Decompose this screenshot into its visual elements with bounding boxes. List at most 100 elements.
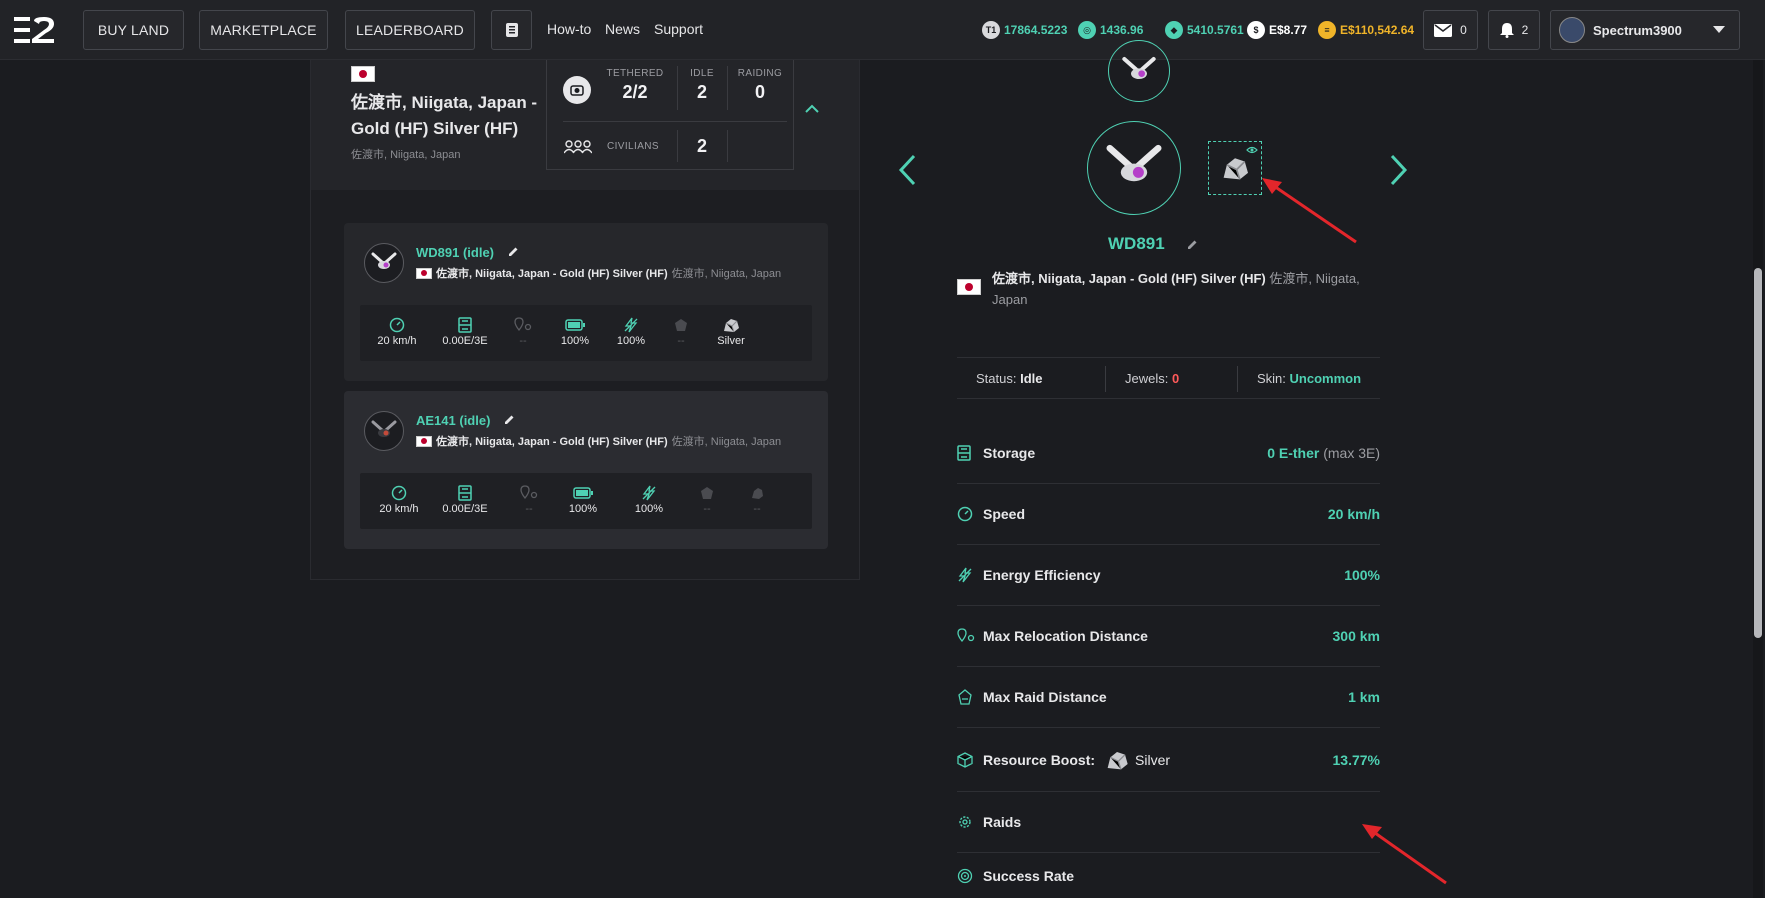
marketplace-button[interactable]: MARKETPLACE — [199, 10, 328, 50]
drone-location: 佐渡市, Niigata, Japan - Gold (HF) Silver (… — [416, 433, 781, 449]
property-title: 佐渡市, Niigata, Japan - Gold (HF) Silver (… — [351, 93, 538, 138]
skin-field: Skin: Uncommon — [1257, 371, 1362, 386]
lightning-icon — [624, 317, 638, 333]
username: Spectrum3900 — [1593, 22, 1682, 38]
white-drone-icon — [1122, 57, 1156, 79]
storage-stat: 0.00E/3E — [430, 483, 500, 515]
resource-stat: Silver — [696, 315, 766, 347]
property-panel: 佐渡市, Niigata, Japan - Gold (HF) Silver (… — [310, 60, 860, 580]
news-link[interactable]: News — [605, 21, 640, 37]
speed-stat: 20 km/h — [362, 315, 432, 347]
drone-avatar — [364, 411, 404, 451]
balance-civilian[interactable]: ◎ 1436.96 — [1078, 20, 1143, 40]
drone-name[interactable]: AE141 (idle) — [416, 413, 515, 428]
storage-icon — [957, 445, 971, 461]
drone-avatar — [364, 243, 404, 283]
jewels-field: Jewels: 0 — [1125, 371, 1180, 386]
collapse-chevron-up-icon[interactable] — [805, 104, 819, 113]
next-arrow-icon[interactable] — [1390, 154, 1408, 186]
document-button[interactable] — [491, 10, 532, 50]
notifications-button[interactable]: 2 — [1488, 10, 1540, 50]
speedometer-icon — [957, 506, 973, 522]
target-icon — [957, 868, 973, 883]
dark-drone-icon — [371, 420, 397, 437]
cube-icon — [957, 751, 973, 768]
mail-icon — [1434, 23, 1453, 37]
edit-pencil-icon[interactable] — [1187, 239, 1198, 250]
raids-row: Raids — [957, 792, 1380, 853]
civilians-label: CIVILIANS — [607, 141, 659, 152]
tether-icon — [563, 76, 591, 104]
gear-icon — [959, 816, 971, 828]
civilians-icon — [564, 140, 592, 154]
resource-boost-row: Resource Boost: Silver 13.77% — [957, 728, 1380, 792]
e2-logo-icon[interactable] — [14, 17, 56, 43]
leaderboard-button[interactable]: LEADERBOARD — [345, 10, 475, 50]
battery-stat: 100% — [548, 483, 618, 515]
civilians-value: 2 — [696, 136, 707, 156]
silver-ore-icon — [1223, 158, 1248, 180]
raiding-value: 0 — [754, 82, 765, 102]
speed-stat: 20 km/h — [364, 483, 434, 515]
property-header: 佐渡市, Niigata, Japan - Gold (HF) Silver (… — [311, 60, 859, 190]
edit-pencil-icon[interactable] — [504, 414, 515, 425]
max-raid-distance-row: Max Raid Distance 1 km — [957, 667, 1380, 728]
page-scrollbar-thumb[interactable] — [1754, 268, 1762, 638]
status-field: Status: Idle — [976, 371, 1043, 386]
japan-flag-icon — [416, 267, 432, 279]
bell-icon — [1499, 23, 1514, 38]
white-drone-icon — [371, 252, 397, 269]
edit-pencil-icon[interactable] — [508, 246, 519, 257]
mail-count: 0 — [1460, 23, 1467, 37]
t1-token-icon: T1 — [982, 21, 1000, 39]
success-rate-row: Success Rate — [957, 853, 1380, 898]
drone-status-bar: Status: Idle Jewels: 0 Skin: Uncommon — [957, 357, 1380, 399]
user-avatar — [1559, 17, 1585, 43]
drone-portrait — [1087, 121, 1181, 215]
dollar-icon: $ — [1247, 21, 1265, 39]
resource-stat: -- — [722, 483, 792, 515]
top-navigation-bar: BUY LAND MARKETPLACE LEADERBOARD How-to … — [0, 0, 1765, 60]
location-pin-icon — [520, 485, 538, 500]
balance-essence[interactable]: ≡ E$110,542.64 — [1318, 20, 1414, 40]
storage-row: Storage 0 E-ther (max 3E) — [957, 423, 1380, 484]
previous-arrow-icon[interactable] — [898, 154, 916, 186]
lightning-icon — [958, 567, 972, 583]
lightning-icon — [642, 485, 656, 501]
drone-stats-row: 20 km/h 0.00E/3E -- 100% 100% -- — [360, 473, 812, 529]
location-pin-icon — [957, 628, 975, 643]
silver-ore-icon — [724, 319, 739, 333]
drone-stats-row: 20 km/h 0.00E/3E -- 100% 100% -- — [360, 305, 812, 361]
support-link[interactable]: Support — [654, 21, 703, 37]
idle-label: IDLE — [690, 68, 714, 79]
raid-icon — [701, 487, 713, 499]
drone-card-ae141[interactable]: AE141 (idle) 佐渡市, Niigata, Japan - Gold … — [344, 391, 828, 549]
silver-ore-icon — [1107, 751, 1128, 770]
ether-token-icon: ◆ — [1165, 21, 1183, 39]
balance-ether[interactable]: ◆ 5410.5761 — [1165, 20, 1244, 40]
drone-detail-name[interactable]: WD891 — [1108, 234, 1198, 254]
resource-empty-icon — [752, 488, 763, 499]
user-menu[interactable]: Spectrum3900 — [1550, 10, 1740, 50]
raid-icon — [675, 319, 687, 331]
resource-slot[interactable] — [1208, 141, 1262, 195]
storage-icon — [458, 317, 472, 333]
tethered-value: 2/2 — [622, 82, 648, 102]
storage-icon — [458, 485, 472, 501]
balance-cash[interactable]: $ E$8.77 — [1247, 20, 1307, 40]
how-to-link[interactable]: How-to — [547, 21, 591, 37]
drone-card-wd891[interactable]: WD891 (idle) 佐渡市, Niigata, Japan - Gold … — [344, 223, 828, 381]
japan-flag-icon — [416, 435, 432, 447]
previous-drone-thumbnail[interactable] — [1108, 40, 1170, 102]
mail-button[interactable]: 0 — [1423, 10, 1478, 50]
max-relocation-row: Max Relocation Distance 300 km — [957, 606, 1380, 667]
speedometer-icon — [389, 317, 405, 333]
energy-efficiency-row: Energy Efficiency 100% — [957, 545, 1380, 606]
tethered-label: TETHERED — [606, 68, 664, 79]
balance-t1[interactable]: T1 17864.5223 — [982, 20, 1067, 40]
eye-icon — [1246, 146, 1258, 154]
buy-land-button[interactable]: BUY LAND — [83, 10, 184, 50]
idle-value: 2 — [696, 82, 707, 102]
drone-name[interactable]: WD891 (idle) — [416, 245, 519, 260]
location-pin-icon — [514, 317, 532, 332]
